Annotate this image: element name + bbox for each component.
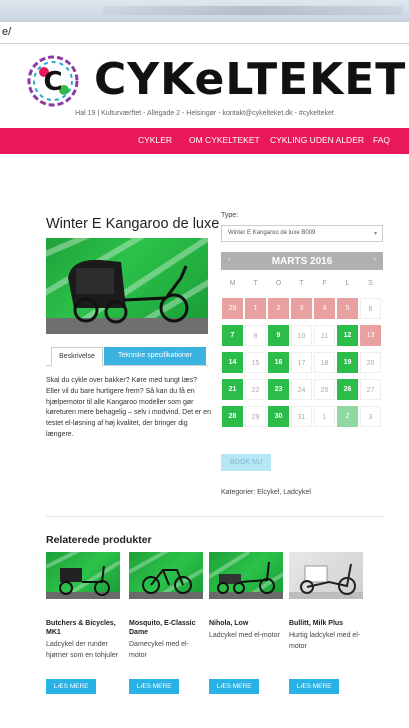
chevron-down-icon: ▾ xyxy=(373,231,377,237)
related-image[interactable] xyxy=(289,552,363,599)
calendar-day[interactable]: 3 xyxy=(360,406,381,427)
nav-item-cykler[interactable]: CYKLER xyxy=(138,135,172,145)
related-desc: Ladcykel der runder hjørner som en tohju… xyxy=(46,641,118,659)
calendar-day[interactable]: 8 xyxy=(245,325,266,346)
calendar-month: MARTS 2016 xyxy=(271,256,333,267)
calendar-day[interactable]: 12 xyxy=(337,325,358,346)
type-label: Type: xyxy=(221,212,239,219)
calendar-day[interactable]: 22 xyxy=(245,379,266,400)
address-text: e/ xyxy=(2,26,12,38)
site-logo[interactable]: C CYKeLTEKET xyxy=(24,52,407,110)
weekday-label: T xyxy=(299,280,304,287)
calendar-day[interactable]: 25 xyxy=(314,379,335,400)
categories: Kategorier: Elcykel, Ladcykel xyxy=(221,489,311,496)
calendar-day[interactable]: 6 xyxy=(360,298,381,319)
svg-text:C: C xyxy=(43,67,62,97)
product-title: Winter E Kangaroo de luxe xyxy=(46,216,220,232)
calendar-day[interactable]: 21 xyxy=(222,379,243,400)
calendar-day[interactable]: 17 xyxy=(291,352,312,373)
calendar-day[interactable]: 13 xyxy=(360,325,381,346)
related-desc: Ladcykel med el-motor xyxy=(209,632,280,639)
calendar-day[interactable]: 9 xyxy=(268,325,289,346)
logo-mark-icon: C xyxy=(27,55,79,107)
related-title: Relaterede produkter xyxy=(46,534,152,546)
nav-item-cykling-uden-alder[interactable]: CYKLING UDEN ALDER xyxy=(270,135,364,145)
bike-illustration xyxy=(289,563,363,599)
calendar-day[interactable]: 29 xyxy=(245,406,266,427)
weekday-label: F xyxy=(322,280,327,287)
calendar-day[interactable]: 18 xyxy=(314,352,335,373)
calendar-day[interactable]: 23 xyxy=(268,379,289,400)
weekday-label: O xyxy=(275,280,282,287)
nav-item-om-cykelteket[interactable]: OM CYKELTEKET xyxy=(189,135,260,145)
tab-tekniske-specifikationer[interactable]: Tekniske specifikationer xyxy=(104,347,206,365)
related-name[interactable]: Nihola, Low xyxy=(209,619,285,628)
calendar-day[interactable]: 20 xyxy=(360,352,381,373)
calendar-day[interactable]: 29 xyxy=(222,298,243,319)
weekday-label: M xyxy=(229,280,236,287)
calendar-day[interactable]: 2 xyxy=(268,298,289,319)
related-name[interactable]: Bullitt, Milk Plus xyxy=(289,619,365,628)
calendar-header: ‹ MARTS 2016 › xyxy=(221,252,383,270)
product-image[interactable] xyxy=(46,238,208,334)
address-bar[interactable]: e/ xyxy=(0,22,409,44)
weekday-label: S xyxy=(368,280,373,287)
related-desc: Hurtig ladcykel med el-motor xyxy=(289,632,361,650)
bike-illustration xyxy=(46,552,120,599)
calendar-day[interactable]: 7 xyxy=(222,325,243,346)
calendar-day[interactable]: 1 xyxy=(245,298,266,319)
calendar-day[interactable]: 24 xyxy=(291,379,312,400)
calendar-day[interactable]: 4 xyxy=(314,298,335,319)
next-month-icon[interactable]: › xyxy=(374,256,376,263)
product-tabs: Beskrivelse Tekniske specifikationer xyxy=(46,344,208,366)
browser-toolbar xyxy=(0,0,409,22)
related-image[interactable] xyxy=(129,552,203,599)
read-more-button[interactable]: LÆS MERE xyxy=(129,679,179,694)
product-description: Skal du cykle over bakker? Køre med tung… xyxy=(46,377,211,438)
read-more-button[interactable]: LÆS MERE xyxy=(209,679,259,694)
calendar-day[interactable]: 5 xyxy=(337,298,358,319)
book-now-button[interactable]: BOOK NU xyxy=(221,454,271,471)
type-select[interactable]: Winter E Kangaroo de luxe B009 ▾ xyxy=(221,225,383,242)
cargo-bike-illustration xyxy=(46,238,208,334)
calendar-day[interactable]: 16 xyxy=(268,352,289,373)
related-image[interactable] xyxy=(209,552,283,599)
tagline: Hal 19 | Kulturværftet - Allegade 2 - He… xyxy=(75,110,334,117)
weekday-label: L xyxy=(345,280,350,287)
related-name[interactable]: Mosquito, E-Classic Dame xyxy=(129,619,205,637)
related-desc: Damecykel med el-motor xyxy=(129,641,189,659)
calendar-day[interactable]: 11 xyxy=(314,325,335,346)
bike-illustration xyxy=(209,552,283,599)
calendar-day[interactable]: 10 xyxy=(291,325,312,346)
read-more-button[interactable]: LÆS MERE xyxy=(289,679,339,694)
calendar-day[interactable]: 26 xyxy=(337,379,358,400)
divider xyxy=(46,516,383,517)
calendar-day[interactable]: 28 xyxy=(222,406,243,427)
type-select-value: Winter E Kangaroo de luxe B009 xyxy=(228,230,316,236)
calendar-day[interactable]: 1 xyxy=(314,406,335,427)
nav-item-faq[interactable]: FAQ xyxy=(373,135,390,145)
calendar-day[interactable]: 15 xyxy=(245,352,266,373)
calendar-day[interactable]: 2 xyxy=(337,406,358,427)
calendar-day[interactable]: 3 xyxy=(291,298,312,319)
calendar-day[interactable]: 14 xyxy=(222,352,243,373)
related-image[interactable] xyxy=(46,552,120,599)
logo-text: CYKeLTEKET xyxy=(94,54,407,105)
weekday-label: T xyxy=(253,280,258,287)
tab-beskrivelse[interactable]: Beskrivelse xyxy=(51,347,103,366)
calendar-day[interactable]: 31 xyxy=(291,406,312,427)
bike-illustration xyxy=(129,552,203,599)
main-nav: CYKLER OM CYKELTEKET CYKLING UDEN ALDER … xyxy=(0,128,409,154)
calendar-day[interactable]: 27 xyxy=(360,379,381,400)
read-more-button[interactable]: LÆS MERE xyxy=(46,679,96,694)
related-name[interactable]: Butchers & Bicycles, MK1 xyxy=(46,619,122,637)
calendar-day[interactable]: 19 xyxy=(337,352,358,373)
calendar-day[interactable]: 30 xyxy=(268,406,289,427)
